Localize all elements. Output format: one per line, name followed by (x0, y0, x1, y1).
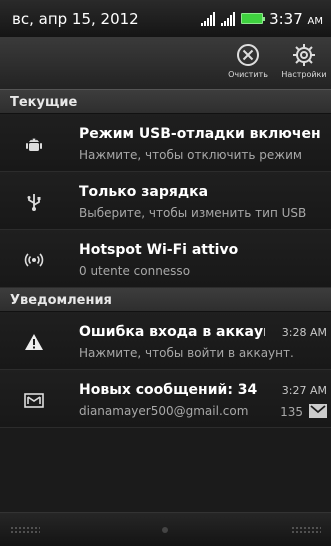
notification-new-mail[interactable]: Новых сообщений: 34 3:27 AM dianamayer50… (0, 370, 331, 428)
unread-count: 135 (280, 405, 303, 419)
clear-label: Очистить (228, 70, 268, 79)
notification-title: Hotspot Wi-Fi attivo (79, 242, 239, 258)
notification-title: Ошибка входа в аккаунт (79, 324, 265, 340)
notification-time: 3:27 AM (281, 384, 327, 397)
notification-list[interactable]: Текущие Режим USB-отладки включен Нажмит… (0, 90, 331, 512)
notification-subtitle: dianamayer500@gmail.com (79, 404, 249, 418)
section-header-current: Текущие (0, 90, 331, 114)
settings-button[interactable]: Настройки (276, 42, 331, 79)
notification-title: Режим USB-отладки включен (79, 126, 321, 142)
notification-hotspot[interactable]: Hotspot Wi-Fi attivo 0 utente connesso (0, 230, 331, 288)
battery-icon (241, 13, 266, 24)
clear-button[interactable]: Очистить (220, 42, 276, 79)
gmail-icon (309, 404, 327, 418)
handle-dot (162, 527, 168, 533)
hotspot-icon (24, 253, 44, 267)
cell-signal-icon (221, 11, 236, 26)
notification-time: 3:28 AM (281, 326, 327, 339)
notification-subtitle: Нажмите, чтобы войти в аккаунт. (79, 346, 294, 360)
status-bar: вс, апр 15, 2012 3:37 AM (0, 0, 331, 38)
notification-subtitle: Выберите, чтобы изменить тип USB (79, 206, 307, 220)
settings-label: Настройки (281, 70, 327, 79)
grip-right (291, 526, 321, 534)
notification-title: Новых сообщений: 34 (79, 382, 258, 398)
notification-action-bar: Очистить Настройки (0, 38, 331, 90)
close-circle-icon (237, 44, 259, 66)
status-date: вс, апр 15, 2012 (12, 9, 139, 28)
grip-left (10, 526, 40, 534)
notification-signin-error[interactable]: Ошибка входа в аккаунт 3:28 AM Нажмите, … (0, 312, 331, 370)
notification-subtitle: Нажмите, чтобы отключить режим (79, 148, 302, 162)
notification-title: Только зарядка (79, 184, 209, 200)
section-header-notifications: Уведомления (0, 288, 331, 312)
warning-icon (25, 334, 43, 350)
notification-charge-only[interactable]: Только зарядка Выберите, чтобы изменить … (0, 172, 331, 230)
mail-icon (24, 393, 44, 408)
status-icons: 3:37 AM (201, 10, 323, 28)
usb-icon (27, 194, 41, 211)
notification-usb-debugging[interactable]: Режим USB-отладки включен Нажмите, чтобы… (0, 114, 331, 172)
status-clock: 3:37 AM (269, 9, 323, 28)
notification-subtitle: 0 utente connesso (79, 264, 191, 278)
data-signal-icon (201, 11, 216, 26)
android-debug-icon (26, 138, 42, 151)
gear-icon (293, 44, 315, 66)
drag-handle-bar[interactable] (0, 512, 331, 546)
